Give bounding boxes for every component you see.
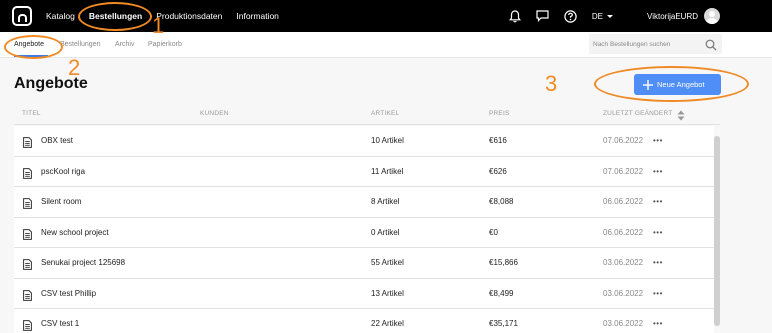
row-date: 03.06.2022 xyxy=(603,258,644,267)
nav-information[interactable]: Information xyxy=(236,11,279,21)
row-date: 06.06.2022 xyxy=(603,227,644,237)
table-row[interactable]: pscKool riga 11 Artikel €626 07.06.2022 ••• xyxy=(14,156,714,187)
row-price: €8,499 xyxy=(489,288,514,298)
document-icon xyxy=(23,257,32,275)
language-select[interactable]: DE xyxy=(592,12,603,21)
document-icon xyxy=(23,288,32,306)
more-options-icon[interactable]: ••• xyxy=(653,197,663,206)
more-options-icon[interactable]: ••• xyxy=(653,289,663,298)
tab-bestellungen[interactable]: Bestellungen xyxy=(60,41,100,48)
row-title[interactable]: Silent room xyxy=(41,197,81,206)
avatar[interactable] xyxy=(704,8,720,24)
more-options-icon[interactable]: ••• xyxy=(653,167,663,176)
row-price: €626 xyxy=(489,166,507,176)
nav-produktionsdaten[interactable]: Produktionsdaten xyxy=(156,11,222,21)
document-icon xyxy=(23,135,32,153)
document-icon xyxy=(23,166,32,184)
row-date: 07.06.2022 xyxy=(603,136,644,145)
row-articles: 8 Artikel xyxy=(371,197,400,206)
table-row[interactable]: OBX test 10 Artikel €616 07.06.2022 ••• xyxy=(14,126,714,157)
annotation-number-3: 3 xyxy=(545,71,558,96)
row-date: 03.06.2022 xyxy=(603,288,644,298)
top-right-controls: DE ViktorijaEURD xyxy=(508,0,772,32)
row-title[interactable]: CSV test 1 xyxy=(41,319,79,328)
chat-icon[interactable] xyxy=(536,9,550,23)
row-articles: 0 Artikel xyxy=(371,227,400,237)
col-preis[interactable]: PREIS xyxy=(489,110,510,117)
annotation-ellipse-1 xyxy=(78,2,152,31)
col-last-modified[interactable]: ZULETZT GEÄNDERT xyxy=(603,110,672,117)
row-title[interactable]: Senukai project 125698 xyxy=(41,258,125,267)
sort-icon[interactable] xyxy=(677,108,685,126)
row-articles: 11 Artikel xyxy=(371,166,404,176)
more-options-icon[interactable]: ••• xyxy=(653,319,663,328)
row-articles: 55 Artikel xyxy=(371,258,404,267)
col-artikel[interactable]: ARTIKEL xyxy=(371,110,399,117)
row-price: €15,866 xyxy=(489,258,518,267)
more-options-icon[interactable]: ••• xyxy=(653,136,663,145)
more-options-icon[interactable]: ••• xyxy=(653,258,663,267)
row-articles: 22 Artikel xyxy=(371,319,404,328)
row-price: €616 xyxy=(489,136,507,145)
app-window: Katalog Bestellungen Produktionsdaten In… xyxy=(0,0,772,333)
table-row[interactable]: Silent room 8 Artikel €8,088 06.06.2022 ••• xyxy=(14,187,714,218)
row-date: 07.06.2022 xyxy=(603,166,644,176)
row-articles: 10 Artikel xyxy=(371,136,404,145)
annotation-ellipse-2 xyxy=(4,35,63,59)
col-title[interactable]: TITEL xyxy=(22,110,41,117)
row-title[interactable]: OBX test xyxy=(41,136,73,145)
table-body: OBX test 10 Artikel €616 07.06.2022 ••• pscKo… xyxy=(14,126,714,333)
col-kunden[interactable]: KUNDEN xyxy=(200,110,229,117)
row-date: 03.06.2022 xyxy=(603,319,644,328)
tab-papierkorb[interactable]: Papierkorb xyxy=(148,41,182,48)
row-price: €0 xyxy=(489,227,498,237)
bell-icon[interactable] xyxy=(508,9,522,23)
scrollbar[interactable] xyxy=(714,136,720,326)
annotation-number-2: 2 xyxy=(68,55,81,80)
table-row[interactable]: New school project 0 Artikel €0 06.06.2022 •… xyxy=(14,217,714,248)
nav-katalog[interactable]: Katalog xyxy=(46,11,75,21)
chevron-down-icon[interactable] xyxy=(607,14,614,18)
document-icon xyxy=(23,318,32,333)
row-price: €8,088 xyxy=(489,197,514,206)
user-name[interactable]: ViktorijaEURD xyxy=(647,12,698,21)
row-articles: 13 Artikel xyxy=(371,288,404,298)
row-price: €35,171 xyxy=(489,319,518,328)
table-header: TITEL KUNDEN ARTIKEL PREIS ZULETZT GEÄND… xyxy=(14,103,720,125)
more-options-icon[interactable]: ••• xyxy=(653,228,663,237)
document-icon xyxy=(23,227,32,245)
document-icon xyxy=(23,196,32,214)
help-icon[interactable] xyxy=(564,9,578,23)
row-date: 06.06.2022 xyxy=(603,197,644,206)
search-box xyxy=(589,34,722,54)
search-icon[interactable] xyxy=(705,38,717,56)
table-row[interactable]: CSV test Phillip 13 Artikel €8,499 03.06.20… xyxy=(14,278,714,309)
tab-archiv[interactable]: Archiv xyxy=(115,41,134,48)
row-title[interactable]: CSV test Phillip xyxy=(41,289,96,298)
table-row[interactable]: Senukai project 125698 55 Artikel €15,866 0… xyxy=(14,248,714,279)
row-title[interactable]: New school project xyxy=(41,228,109,237)
search-input[interactable] xyxy=(593,37,703,51)
annotation-ellipse-3 xyxy=(594,66,749,102)
annotation-number-1: 1 xyxy=(152,13,165,38)
table-row[interactable]: CSV test 1 22 Artikel €35,171 03.06.2022 ••• xyxy=(14,309,714,333)
logo-icon[interactable] xyxy=(12,6,32,26)
row-title[interactable]: pscKool riga xyxy=(41,167,85,176)
